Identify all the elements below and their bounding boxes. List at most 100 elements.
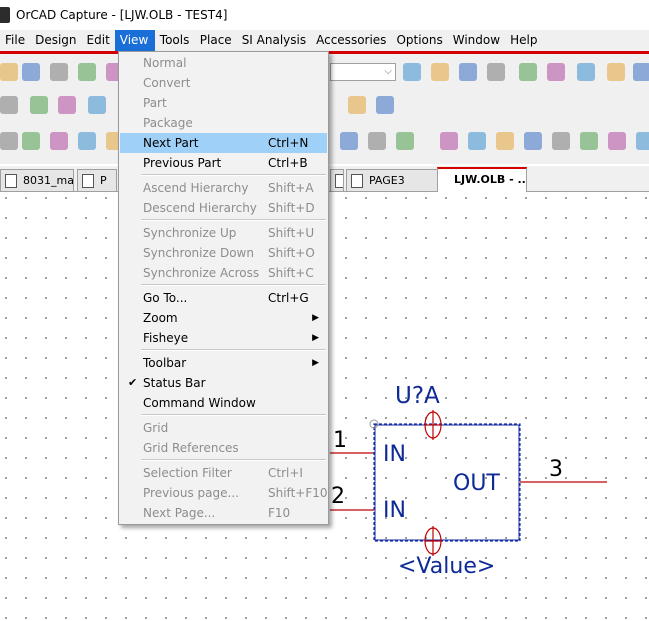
menu-item-shortcut: Ctrl+I <box>268 466 303 480</box>
toolbar-button-icon[interactable] <box>22 132 40 150</box>
toolbar-button-icon[interactable] <box>78 63 96 81</box>
toolbar-button-icon[interactable] <box>0 96 18 114</box>
menu-item-label: Fisheye <box>143 331 189 345</box>
view-menu-item-go-to[interactable]: Go To... Ctrl+G <box>120 288 327 308</box>
zoom-combo[interactable]: ⌵ <box>330 63 396 81</box>
menu-item-label: Next Page... <box>143 506 216 520</box>
toolbar-button-icon[interactable] <box>396 132 414 150</box>
tab-1[interactable]: P <box>77 169 117 191</box>
view-menu-item-synchronize-down[interactable]: Synchronize Down Shift+O <box>120 243 327 263</box>
view-menu-item-normal[interactable]: Normal <box>120 53 327 73</box>
tab-label: P <box>100 174 107 187</box>
view-menu-item-grid[interactable]: Grid <box>120 418 327 438</box>
part-reference[interactable]: U?A <box>395 383 440 409</box>
view-menu-item-command-window[interactable]: Command Window <box>120 393 327 413</box>
toolbar-button-icon[interactable] <box>340 132 358 150</box>
toolbar-button-icon[interactable] <box>552 132 570 150</box>
menu-separator <box>141 174 326 176</box>
toolbar-button-icon[interactable] <box>348 96 366 114</box>
toolbar-button-icon[interactable] <box>440 132 458 150</box>
menu-options[interactable]: Options <box>391 30 447 51</box>
menu-edit[interactable]: Edit <box>82 30 115 51</box>
view-menu-item-toolbar[interactable]: Toolbar ▶ <box>120 353 327 373</box>
menu-tools[interactable]: Tools <box>155 30 195 51</box>
view-menu-item-synchronize-across[interactable]: Synchronize Across Shift+C <box>120 263 327 283</box>
menu-item-label: Synchronize Up <box>143 226 237 240</box>
toolbar-button-icon[interactable] <box>496 132 514 150</box>
menu-help[interactable]: Help <box>505 30 542 51</box>
toolbar-button-icon[interactable] <box>431 63 449 81</box>
toolbar-button-icon[interactable] <box>58 96 76 114</box>
toolbar-button-icon[interactable] <box>487 63 505 81</box>
toolbar-button-icon[interactable] <box>607 63 625 81</box>
tab-3[interactable]: PAGE3 <box>346 169 438 191</box>
toolbar-button-icon[interactable] <box>403 63 421 81</box>
menu-item-shortcut: Shift+D <box>268 201 315 215</box>
toolbar-button-icon[interactable] <box>580 132 598 150</box>
toolbar-button-icon[interactable] <box>30 96 48 114</box>
toolbar-button-icon[interactable] <box>50 63 68 81</box>
toolbar-button-icon[interactable] <box>633 63 649 81</box>
menu-item-label: Package <box>143 116 193 130</box>
toolbar-button-icon[interactable] <box>459 63 477 81</box>
view-menu-item-part[interactable]: Part <box>120 93 327 113</box>
menu-window[interactable]: Window <box>448 30 505 51</box>
toolbar-button-icon[interactable] <box>547 63 565 81</box>
toolbar-button-icon[interactable] <box>468 132 486 150</box>
menu-separator <box>141 459 326 461</box>
toolbar-button-icon[interactable] <box>608 132 626 150</box>
tab-4[interactable]: LJW.OLB - ..* <box>437 167 527 192</box>
menu-si-analysis[interactable]: SI Analysis <box>237 30 311 51</box>
menu-design[interactable]: Design <box>30 30 81 51</box>
view-menu-item-fisheye[interactable]: Fisheye ▶ <box>120 328 327 348</box>
part-value[interactable]: <Value> <box>398 554 495 579</box>
view-menu-item-status-bar[interactable]: ✔ Status Bar <box>120 373 327 393</box>
view-menu-item-previous-page[interactable]: Previous page... Shift+F10 <box>120 483 328 503</box>
view-menu-item-selection-filter[interactable]: Selection Filter Ctrl+I <box>120 463 327 483</box>
view-menu-item-convert[interactable]: Convert <box>120 73 327 93</box>
pin-1-name: IN <box>383 442 406 467</box>
view-menu-item-grid-references[interactable]: Grid References <box>120 438 327 458</box>
pin-1-number: 1 <box>333 428 347 453</box>
view-menu-item-previous-part[interactable]: Previous Part Ctrl+B <box>120 153 327 173</box>
toolbar-button-icon[interactable] <box>577 63 595 81</box>
toolbar-button-icon[interactable] <box>376 96 394 114</box>
menu-place[interactable]: Place <box>195 30 237 51</box>
menu-item-shortcut: Shift+F10 <box>268 486 328 500</box>
view-menu-item-next-page[interactable]: Next Page... F10 <box>120 503 327 523</box>
toolbar-button-icon[interactable] <box>0 63 18 81</box>
schematic-page-icon <box>5 174 17 188</box>
view-menu-item-next-part[interactable]: Next Part Ctrl+N <box>120 133 327 153</box>
menu-accessories[interactable]: Accessories <box>311 30 391 51</box>
toolbar-button-icon[interactable] <box>50 132 68 150</box>
toolbar-button-icon[interactable] <box>88 96 106 114</box>
menu-view[interactable]: View <box>114 30 155 51</box>
view-menu-item-package[interactable]: Package <box>120 113 327 133</box>
tab-0[interactable]: 8031_main* <box>0 169 74 191</box>
menu-separator <box>141 414 326 416</box>
view-menu-item-synchronize-up[interactable]: Synchronize Up Shift+U <box>120 223 327 243</box>
menu-item-label: Command Window <box>143 396 256 410</box>
view-menu-item-descend-hierarchy[interactable]: Descend Hierarchy Shift+D <box>120 198 327 218</box>
menu-item-label: Previous page... <box>143 486 239 500</box>
check-icon: ✔ <box>128 376 138 389</box>
submenu-arrow-icon: ▶ <box>312 358 319 368</box>
menu-item-label: Ascend Hierarchy <box>143 181 249 195</box>
toolbar-button-icon[interactable] <box>22 63 40 81</box>
menu-file[interactable]: File <box>0 30 30 51</box>
toolbar-button-icon[interactable] <box>368 132 386 150</box>
tab-2[interactable]: e <box>330 169 344 191</box>
toolbar-button-icon[interactable] <box>78 132 96 150</box>
submenu-arrow-icon: ▶ <box>312 333 319 343</box>
tab-label: LJW.OLB - ..* <box>454 173 527 186</box>
view-menu-item-ascend-hierarchy[interactable]: Ascend Hierarchy Shift+A <box>120 178 327 198</box>
view-menu-item-zoom[interactable]: Zoom ▶ <box>120 308 327 328</box>
menu-item-label: Convert <box>143 76 191 90</box>
pin-3-number: 3 <box>549 457 563 482</box>
schematic-page-icon <box>351 174 363 188</box>
toolbar-button-icon[interactable] <box>519 63 537 81</box>
toolbar-button-icon[interactable] <box>524 132 542 150</box>
toolbar-button-icon[interactable] <box>0 132 18 150</box>
menu-item-label: Descend Hierarchy <box>143 201 257 215</box>
toolbar-button-icon[interactable] <box>636 132 649 150</box>
